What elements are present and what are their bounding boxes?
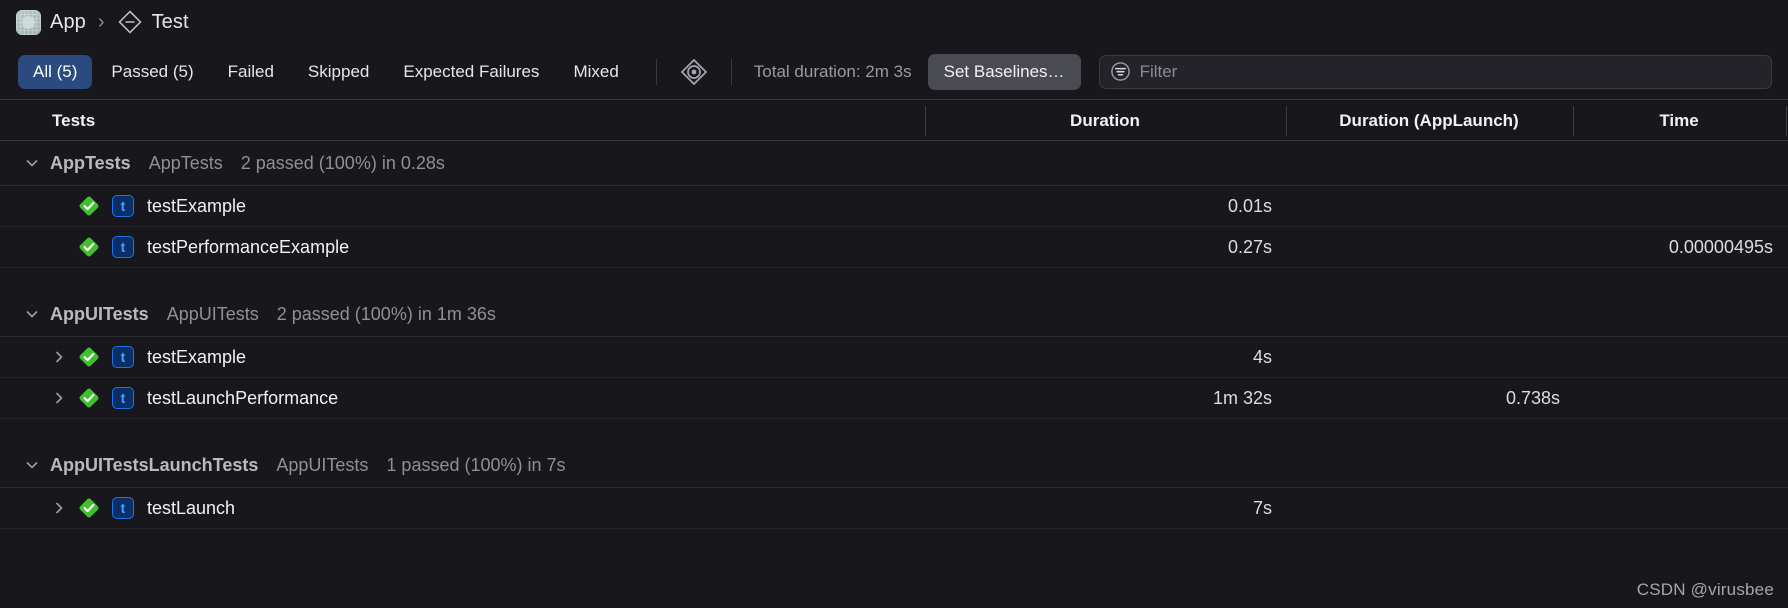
cell-duration-applaunch (1286, 227, 1568, 267)
test-name: testLaunch (147, 498, 235, 519)
breadcrumb-item-app[interactable]: App (16, 10, 86, 35)
toolbar: All (5)Passed (5)FailedSkippedExpected F… (0, 44, 1788, 99)
column-header-time[interactable]: Time (1573, 100, 1785, 141)
cell-duration: 7s (925, 488, 1280, 528)
test-kind-badge: t (112, 195, 134, 217)
test-group-summary: 2 passed (100%) in 1m 36s (277, 304, 496, 325)
cell-duration-applaunch (1286, 337, 1568, 377)
test-row-main: t testLaunchPerformance (52, 378, 338, 418)
watermark: CSDN @virusbee (1637, 580, 1774, 600)
table-header-row: Tests Duration Duration (AppLaunch) Time (0, 99, 1788, 141)
toolbar-divider-1 (656, 59, 657, 85)
status-passed-icon (78, 236, 100, 258)
test-navigator-window: App › Test All (5)Passed (5)FailedSkippe… (0, 0, 1788, 608)
breadcrumb-separator: › (98, 12, 105, 32)
cell-time (1573, 378, 1781, 418)
test-group-header[interactable]: AppTests AppTests 2 passed (100%) in 0.28s (0, 141, 1788, 186)
test-row-main: t testLaunch (52, 488, 235, 528)
test-row-main: t testExample (52, 186, 246, 226)
test-kind-badge: t (112, 387, 134, 409)
column-header-duration-applaunch[interactable]: Duration (AppLaunch) (1286, 100, 1572, 141)
test-group-name: AppTests (50, 153, 131, 174)
breadcrumb-app-label: App (50, 11, 86, 34)
test-kind-badge: t (112, 236, 134, 258)
total-duration-label: Total duration: 2m 3s (754, 62, 912, 82)
cell-time (1573, 337, 1781, 377)
test-group: AppUITests AppUITests 2 passed (100%) in 1… (0, 292, 1788, 419)
table-row[interactable]: t testExample 0.01s (0, 186, 1788, 227)
breadcrumb-item-test[interactable]: Test (117, 9, 189, 35)
breadcrumb: App › Test (0, 0, 1788, 44)
cell-duration: 0.27s (925, 227, 1280, 267)
diamond-dash-icon (117, 9, 143, 35)
test-group-name: AppUITests (50, 304, 149, 325)
target-icon[interactable] (679, 57, 709, 87)
chevron-down-icon[interactable] (24, 155, 40, 171)
test-group-name: AppUITestsLaunchTests (50, 455, 258, 476)
group-spacer (0, 268, 1788, 292)
filter-input[interactable]: Filter (1099, 55, 1772, 89)
cell-time: 0.00000495s (1573, 227, 1781, 267)
status-passed-icon (78, 346, 100, 368)
column-header-duration[interactable]: Duration (925, 100, 1285, 141)
chevron-down-icon[interactable] (24, 306, 40, 322)
test-group-summary: 1 passed (100%) in 7s (386, 455, 565, 476)
filter-tab-passed-5[interactable]: Passed (5) (96, 55, 208, 89)
table-row[interactable]: t testLaunch 7s (0, 488, 1788, 529)
chevron-right-icon[interactable] (52, 350, 66, 364)
status-passed-icon (78, 195, 100, 217)
test-group-target: AppTests (149, 153, 223, 174)
table-body: AppTests AppTests 2 passed (100%) in 0.28s… (0, 141, 1788, 529)
breadcrumb-test-label: Test (152, 11, 189, 34)
test-name: testExample (147, 347, 246, 368)
cell-duration: 4s (925, 337, 1280, 377)
cell-duration-applaunch (1286, 488, 1568, 528)
test-row-main: t testPerformanceExample (52, 227, 349, 267)
status-passed-icon (78, 497, 100, 519)
test-name: testLaunchPerformance (147, 388, 338, 409)
table-row[interactable]: t testLaunchPerformance 1m 32s0.738s (0, 378, 1788, 419)
test-name: testPerformanceExample (147, 237, 349, 258)
test-group-header[interactable]: AppUITestsLaunchTests AppUITests 1 passed … (0, 443, 1788, 488)
test-group: AppUITestsLaunchTests AppUITests 1 passed … (0, 443, 1788, 529)
test-results-table: Tests Duration Duration (AppLaunch) Time… (0, 99, 1788, 608)
test-name: testExample (147, 196, 246, 217)
filter-icon (1110, 61, 1131, 82)
filter-tab-failed[interactable]: Failed (213, 55, 289, 89)
filter-tab-expected-failures[interactable]: Expected Failures (388, 55, 554, 89)
filter-tab-mixed[interactable]: Mixed (558, 55, 633, 89)
chevron-down-icon[interactable] (24, 457, 40, 473)
test-group-header[interactable]: AppUITests AppUITests 2 passed (100%) in 1… (0, 292, 1788, 337)
test-row-main: t testExample (52, 337, 246, 377)
test-group-target: AppUITests (276, 455, 368, 476)
column-separator-4[interactable] (1786, 106, 1787, 136)
table-row[interactable]: t testPerformanceExample 0.27s 0.00000495s (0, 227, 1788, 268)
group-spacer (0, 419, 1788, 443)
filter-segmented-control: All (5)Passed (5)FailedSkippedExpected F… (18, 55, 634, 89)
test-kind-badge: t (112, 497, 134, 519)
app-grid-icon (16, 10, 41, 35)
table-row[interactable]: t testExample 4s (0, 337, 1788, 378)
test-kind-badge: t (112, 346, 134, 368)
toolbar-divider-2 (731, 59, 732, 85)
filter-tab-skipped[interactable]: Skipped (293, 55, 384, 89)
column-header-tests[interactable]: Tests (52, 100, 95, 141)
set-baselines-button[interactable]: Set Baselines… (928, 54, 1081, 90)
cell-time (1573, 488, 1781, 528)
status-passed-icon (78, 387, 100, 409)
test-group-summary: 2 passed (100%) in 0.28s (241, 153, 445, 174)
cell-duration: 1m 32s (925, 378, 1280, 418)
filter-tab-all-5[interactable]: All (5) (18, 55, 92, 89)
cell-time (1573, 186, 1781, 226)
test-group: AppTests AppTests 2 passed (100%) in 0.28s… (0, 141, 1788, 268)
cell-duration-applaunch: 0.738s (1286, 378, 1568, 418)
cell-duration-applaunch (1286, 186, 1568, 226)
chevron-right-icon[interactable] (52, 391, 66, 405)
cell-duration: 0.01s (925, 186, 1280, 226)
test-group-target: AppUITests (167, 304, 259, 325)
chevron-right-icon[interactable] (52, 501, 66, 515)
filter-placeholder: Filter (1140, 62, 1178, 82)
